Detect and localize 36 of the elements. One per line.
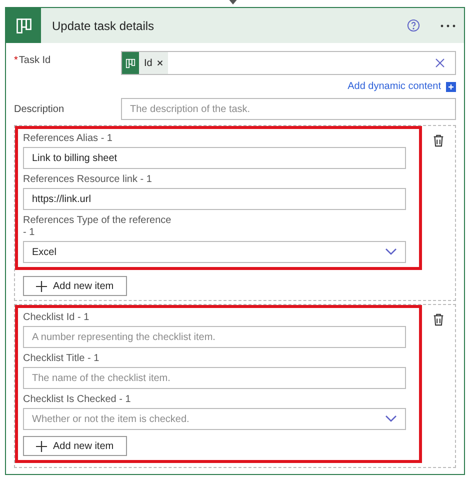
required-mark: *: [14, 54, 18, 68]
card-title: Update task details: [52, 18, 156, 34]
token-label: Id: [144, 56, 152, 70]
connector-arrow-icon: [228, 0, 238, 6]
board-icon: [14, 16, 32, 34]
dynamic-content-link[interactable]: Add dynamic content: [348, 79, 441, 94]
add-item-button[interactable]: Add new item: [23, 436, 127, 456]
add-icon[interactable]: [446, 82, 456, 92]
remove-icon[interactable]: [157, 60, 164, 66]
delete-icon[interactable]: [432, 313, 445, 326]
input-field[interactable]: Id: [121, 51, 456, 75]
field-label: References Alias - 1: [23, 133, 114, 145]
plus-icon: [36, 440, 47, 452]
field-label: Checklist Id - 1: [23, 312, 90, 324]
add-item-button[interactable]: Add new item: [23, 276, 127, 296]
chevron-down-icon: [385, 248, 397, 256]
input-field[interactable]: A number representing the checklist item.: [23, 326, 406, 348]
input-field[interactable]: The name of the checklist item.: [23, 367, 406, 389]
field-label: References Type of the reference - 1: [23, 215, 172, 239]
token-chip[interactable]: Id: [122, 52, 168, 74]
board-icon: [125, 58, 136, 68]
field-label: Checklist Is Checked - 1: [23, 394, 132, 406]
field-label: Task Id: [18, 54, 51, 68]
input-field[interactable]: The description of the task.: [121, 98, 456, 120]
clear-icon[interactable]: [435, 58, 445, 68]
chevron-down-icon: [385, 415, 397, 423]
input-field[interactable]: Link to billing sheet: [23, 147, 406, 169]
dropdown[interactable]: Excel: [23, 241, 406, 263]
plus-icon: [36, 280, 47, 292]
delete-icon[interactable]: [432, 134, 445, 147]
field-label: Checklist Title - 1: [23, 353, 100, 365]
field-label: References Resource link - 1: [23, 174, 153, 186]
help-icon[interactable]: [407, 19, 420, 32]
input-field[interactable]: https://link.url: [23, 188, 406, 210]
field-label: Description: [14, 102, 66, 116]
more-icon[interactable]: [440, 24, 456, 28]
